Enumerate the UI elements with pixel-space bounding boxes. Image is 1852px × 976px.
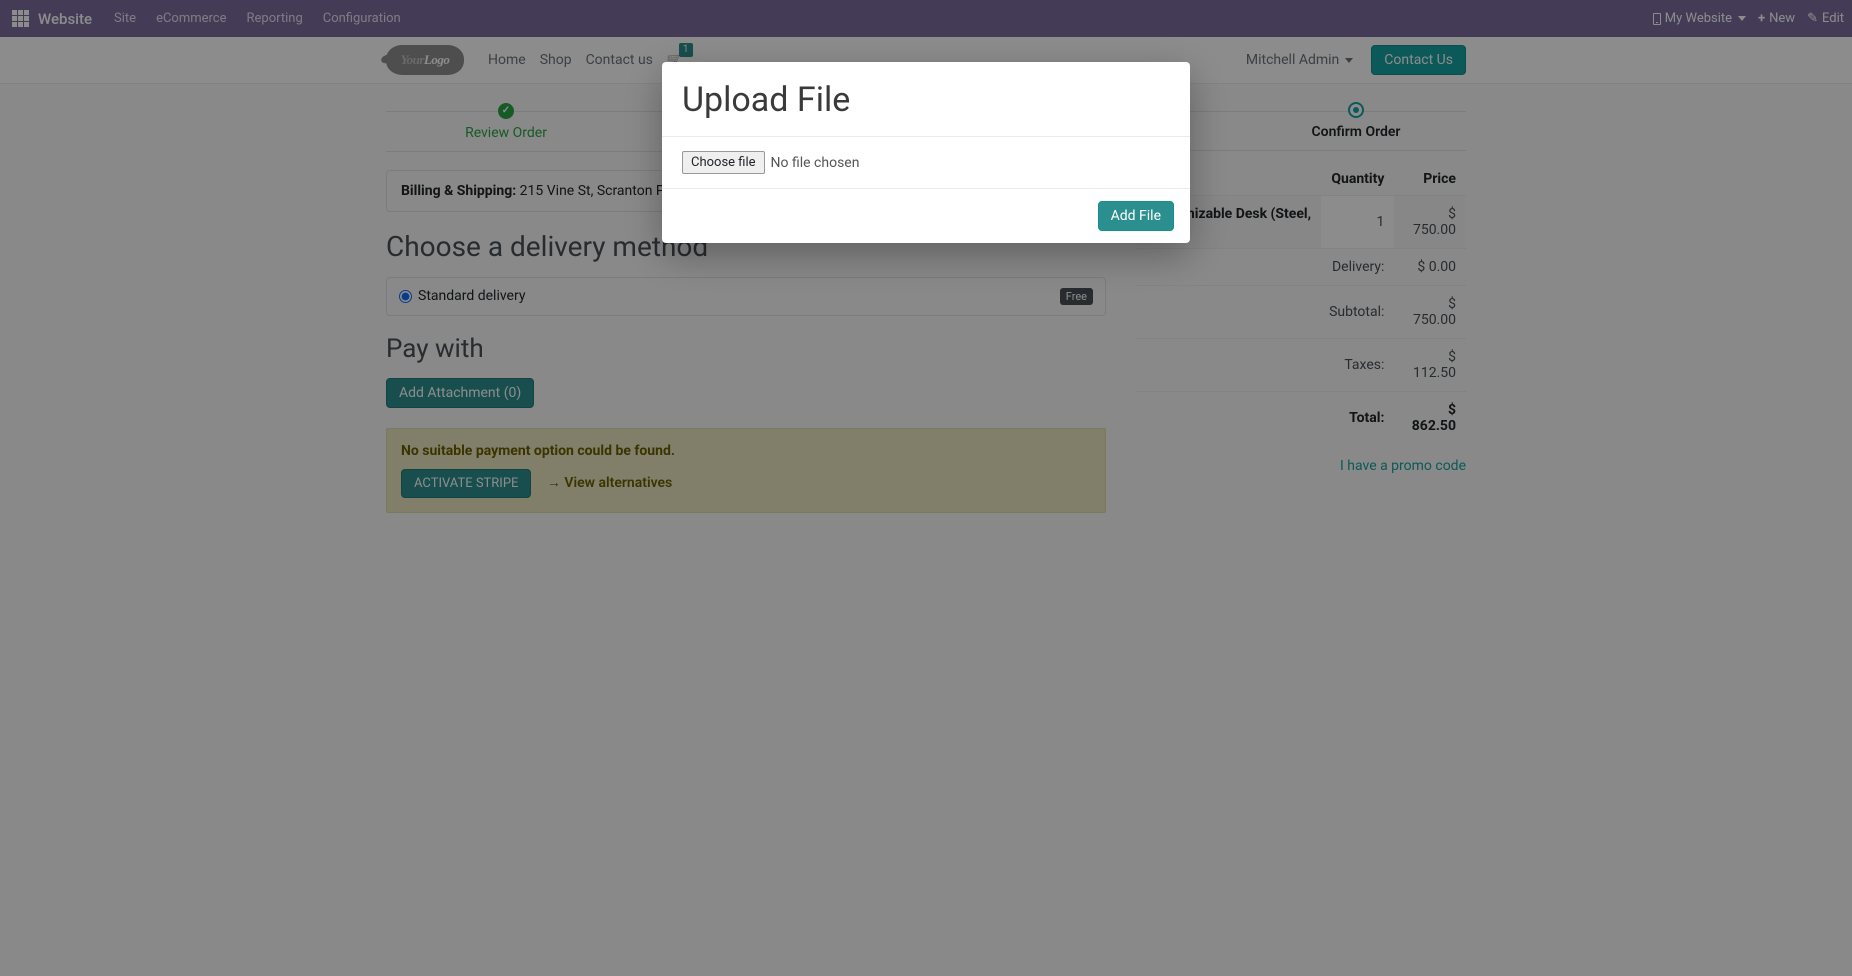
upload-file-modal: Upload File Choose file No file chosen A… (662, 62, 1190, 243)
modal-title: Upload File (682, 80, 1170, 120)
file-chosen-status: No file chosen (771, 155, 860, 171)
add-file-button[interactable]: Add File (1098, 201, 1174, 231)
choose-file-button[interactable]: Choose file (682, 151, 765, 174)
modal-overlay[interactable]: Upload File Choose file No file chosen A… (0, 0, 1852, 976)
